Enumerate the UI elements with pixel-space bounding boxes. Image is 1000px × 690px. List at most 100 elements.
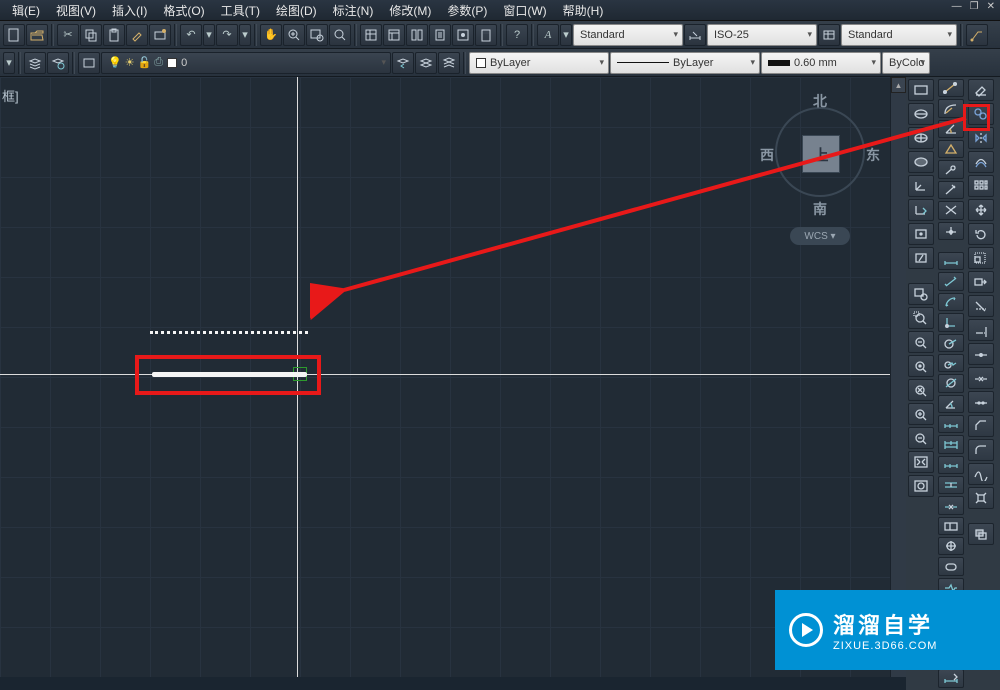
menu-modify[interactable]: 修改(M): [381, 0, 439, 21]
zoom-object-tool[interactable]: [908, 379, 934, 401]
undo-dropdown[interactable]: ▾: [203, 24, 215, 46]
view-hidden-button[interactable]: [908, 103, 934, 125]
pan-button[interactable]: ✋: [260, 24, 282, 46]
chamfer-tool[interactable]: [968, 415, 994, 437]
undo-button[interactable]: ↶: [180, 24, 202, 46]
viewcube-east[interactable]: 东: [866, 145, 880, 165]
menu-draw[interactable]: 绘图(D): [268, 0, 325, 21]
menu-tools[interactable]: 工具(T): [213, 0, 268, 21]
zoom-window-tool[interactable]: [908, 283, 934, 305]
rotate-tool[interactable]: [968, 223, 994, 245]
zoom-dynamic-tool[interactable]: [908, 307, 934, 329]
lineweight-dropdown[interactable]: 0.60 mm: [761, 52, 881, 74]
quick-dim-tool[interactable]: [938, 415, 964, 433]
layer-properties-button[interactable]: [24, 52, 46, 74]
copy-button[interactable]: [80, 24, 102, 46]
blend-tool[interactable]: [968, 463, 994, 485]
zoom-realtime-button[interactable]: [283, 24, 305, 46]
dim-ordinate-tool[interactable]: [938, 313, 964, 331]
ucs-previous-button[interactable]: [908, 199, 934, 221]
center-mark-tool[interactable]: [938, 537, 964, 555]
dim-style-button[interactable]: [684, 24, 706, 46]
layer-isolate-button[interactable]: [415, 52, 437, 74]
viewcube-south[interactable]: 南: [770, 199, 870, 219]
menu-view[interactable]: 视图(V): [48, 0, 104, 21]
ucs-world-button[interactable]: [908, 175, 934, 197]
tool-palettes-button[interactable]: [406, 24, 428, 46]
layer-match-button[interactable]: [438, 52, 460, 74]
dim-radius-tool[interactable]: [938, 334, 964, 352]
zoom-extents-tool[interactable]: [908, 475, 934, 497]
trim-tool[interactable]: [968, 295, 994, 317]
zoom-previous-button[interactable]: [329, 24, 351, 46]
menu-dimension[interactable]: 标注(N): [325, 0, 382, 21]
zoom-in-tool[interactable]: [908, 403, 934, 425]
layer-previous-button[interactable]: [392, 52, 414, 74]
drawing-canvas[interactable]: 北 南 西 东 上 WCS ▾: [0, 77, 890, 677]
zoom-center-tool[interactable]: [908, 355, 934, 377]
text-style-more[interactable]: ▾: [560, 24, 572, 46]
block-editor-button[interactable]: [149, 24, 171, 46]
menu-window[interactable]: 窗口(W): [495, 0, 554, 21]
zoom-window-button[interactable]: [306, 24, 328, 46]
extend-tool[interactable]: [968, 319, 994, 341]
design-center-button[interactable]: [383, 24, 405, 46]
layer-dropdown[interactable]: 💡 ☀ 🔓 ⎙ 0: [101, 52, 391, 74]
move-tool[interactable]: [968, 199, 994, 221]
erase-tool[interactable]: [968, 79, 994, 101]
viewcube-north[interactable]: 北: [770, 91, 870, 111]
draworder-tool[interactable]: [968, 523, 994, 545]
fillet-tool[interactable]: [968, 439, 994, 461]
explode-tool[interactable]: [968, 487, 994, 509]
region-mass-tool[interactable]: [938, 181, 964, 199]
workspace-dropdown[interactable]: ▾: [3, 52, 15, 74]
scroll-up-button[interactable]: ▲: [891, 77, 906, 93]
zoom-scale-tool[interactable]: [908, 331, 934, 353]
break-tool[interactable]: [968, 367, 994, 389]
viewcube-top-face[interactable]: 上: [802, 135, 840, 173]
plot-style-dropdown[interactable]: ByColo: [882, 52, 930, 74]
area-tool[interactable]: [938, 140, 964, 158]
table-style-button[interactable]: [818, 24, 840, 46]
new-button[interactable]: [3, 24, 25, 46]
menu-parametric[interactable]: 参数(P): [439, 0, 495, 21]
dim-aligned-tool[interactable]: [938, 272, 964, 290]
redo-button[interactable]: ↷: [216, 24, 238, 46]
help-button[interactable]: ?: [506, 24, 528, 46]
id-point-tool[interactable]: [938, 222, 964, 240]
menu-format[interactable]: 格式(O): [155, 0, 212, 21]
dim-style-dropdown[interactable]: ISO-25: [707, 24, 817, 46]
dimstyle-button[interactable]: [938, 669, 964, 687]
color-dropdown[interactable]: ByLayer: [469, 52, 609, 74]
stretch-tool[interactable]: [968, 271, 994, 293]
dim-continue-tool[interactable]: [938, 456, 964, 474]
sheet-set-button[interactable]: [429, 24, 451, 46]
volume-tool[interactable]: [938, 160, 964, 178]
multileader-style-button[interactable]: [966, 24, 988, 46]
paste-button[interactable]: [103, 24, 125, 46]
dim-space-tool[interactable]: [938, 476, 964, 494]
window-close[interactable]: ✕: [984, 1, 998, 12]
dim-baseline-tool[interactable]: [938, 435, 964, 453]
redo-dropdown[interactable]: ▾: [239, 24, 251, 46]
quickcalc-button[interactable]: [475, 24, 497, 46]
scale-tool[interactable]: [968, 247, 994, 269]
inspect-tool[interactable]: [938, 557, 964, 575]
open-button[interactable]: [26, 24, 48, 46]
angle-tool[interactable]: [938, 120, 964, 138]
wcs-dropdown[interactable]: WCS ▾: [790, 227, 850, 245]
join-tool[interactable]: [968, 391, 994, 413]
array-tool[interactable]: [968, 175, 994, 197]
distance-tool[interactable]: [938, 79, 964, 97]
zoom-out-tool[interactable]: [908, 427, 934, 449]
view-2dwireframe-button[interactable]: [908, 79, 934, 101]
text-style-button[interactable]: A: [537, 24, 559, 46]
dim-linear-tool[interactable]: [938, 252, 964, 270]
break-point-tool[interactable]: [968, 343, 994, 365]
dim-break-tool[interactable]: [938, 496, 964, 514]
view-conceptual-button[interactable]: [908, 151, 934, 173]
ucs-face-button[interactable]: [908, 223, 934, 245]
window-minimize[interactable]: —: [949, 1, 965, 12]
markup-button[interactable]: [452, 24, 474, 46]
dim-arc-tool[interactable]: [938, 293, 964, 311]
